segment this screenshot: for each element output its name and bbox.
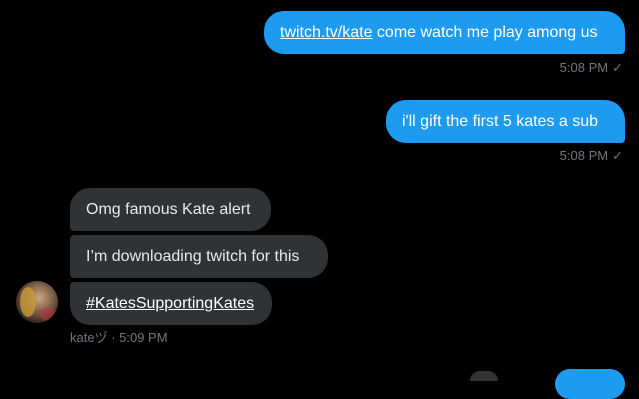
message-timestamp: 5:08 PM ✓: [560, 60, 623, 76]
avatar-hair: [20, 287, 36, 317]
received-message-bubble[interactable]: #KatesSupportingKates: [70, 282, 272, 325]
sender-meta: kateヅ · 5:09 PM: [70, 330, 168, 346]
sender-name[interactable]: kateヅ: [70, 330, 108, 345]
sent-message-bubble[interactable]: twitch.tv/kate come watch me play among …: [264, 11, 625, 54]
message-text: I’m downloading twitch for this: [86, 248, 300, 265]
twitch-link[interactable]: twitch.tv/kate: [280, 24, 372, 41]
partial-avatar-indicator: [470, 371, 498, 381]
check-icon: ✓: [612, 148, 623, 163]
user-avatar[interactable]: [16, 281, 58, 323]
meta-separator: ·: [107, 330, 120, 345]
hashtag-link[interactable]: #KatesSupportingKates: [86, 295, 254, 312]
sent-message-bubble[interactable]: i'll gift the first 5 kates a sub: [386, 100, 625, 143]
received-message-bubble[interactable]: Omg famous Kate alert: [70, 188, 271, 231]
received-message-bubble[interactable]: I’m downloading twitch for this: [70, 235, 328, 278]
timestamp-text: 5:08 PM: [559, 148, 609, 163]
message-text: come watch me play among us: [372, 24, 598, 41]
timestamp-text: 5:09 PM: [119, 330, 168, 345]
timestamp-text: 5:08 PM: [559, 60, 609, 75]
check-icon: ✓: [612, 60, 623, 75]
message-text: Omg famous Kate alert: [86, 201, 251, 218]
message-timestamp: 5:08 PM ✓: [560, 148, 623, 164]
avatar-shade: [40, 307, 56, 321]
partial-sent-message-bubble[interactable]: [555, 369, 625, 399]
message-text: i'll gift the first 5 kates a sub: [402, 113, 599, 130]
